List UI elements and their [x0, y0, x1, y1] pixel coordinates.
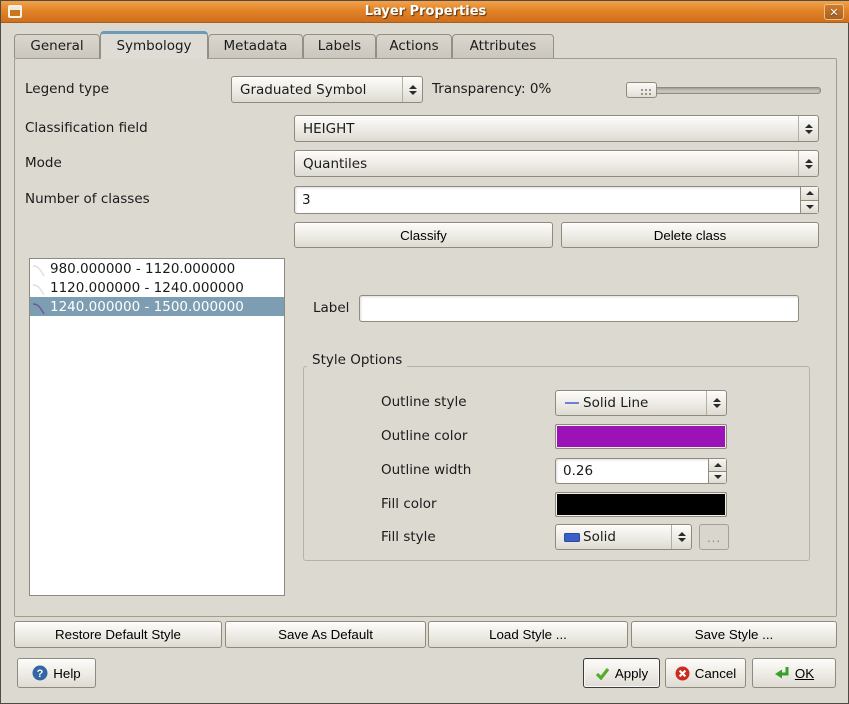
outline-width-value: 0.26 — [556, 459, 708, 483]
chevron-updown-icon — [798, 116, 818, 141]
classify-button[interactable]: Classify — [294, 222, 553, 248]
chevron-updown-icon — [798, 151, 818, 176]
check-icon — [595, 667, 610, 680]
class-row-3-selected[interactable]: 1240.000000 - 1500.000000 — [30, 297, 284, 316]
fill-style-more-button[interactable]: ... — [699, 524, 729, 550]
number-of-classes-label: Number of classes — [25, 186, 150, 213]
apply-label: Apply — [615, 666, 648, 681]
label-input[interactable] — [359, 295, 799, 322]
transparency-label: Transparency: 0% — [432, 76, 551, 103]
help-button[interactable]: ? Help — [17, 658, 96, 688]
class-range-label: 1240.000000 - 1500.000000 — [50, 299, 244, 315]
delete-class-button[interactable]: Delete class — [561, 222, 819, 248]
spin-up-button[interactable] — [708, 459, 726, 471]
line-symbol-icon — [32, 280, 47, 296]
spin-down-button[interactable] — [800, 200, 818, 214]
label-field-label: Label — [313, 295, 349, 322]
cancel-label: Cancel — [695, 666, 737, 681]
solid-fill-icon — [564, 533, 580, 542]
class-row-1[interactable]: 980.000000 - 1120.000000 — [30, 259, 284, 278]
fill-color-swatch[interactable] — [555, 492, 727, 517]
grip-dots-icon — [641, 89, 643, 91]
ok-button[interactable]: OK — [752, 658, 836, 688]
classification-field-label: Classification field — [25, 115, 148, 142]
classification-field-select[interactable]: HEIGHT — [294, 115, 819, 142]
legend-type-value: Graduated Symbol — [240, 82, 398, 98]
chevron-updown-icon — [671, 525, 691, 549]
transparency-slider-handle[interactable] — [626, 82, 657, 98]
spin-up-button[interactable] — [800, 187, 818, 200]
cancel-icon — [675, 666, 690, 681]
close-icon: ✕ — [829, 6, 838, 19]
outline-style-select[interactable]: Solid Line — [555, 390, 727, 416]
fill-style-label: Fill style — [381, 524, 436, 550]
classification-field-value: HEIGHT — [303, 121, 794, 137]
window-title: Layer Properties — [1, 1, 849, 23]
apply-button[interactable]: Apply — [583, 658, 660, 688]
outline-color-swatch[interactable] — [555, 424, 727, 449]
outline-width-spinner[interactable]: 0.26 — [555, 458, 727, 484]
svg-text:?: ? — [37, 668, 44, 680]
legend-type-label: Legend type — [25, 76, 109, 103]
tab-symbology[interactable]: Symbology — [100, 31, 208, 59]
fill-style-select[interactable]: Solid — [555, 524, 692, 550]
close-button[interactable]: ✕ — [824, 4, 844, 20]
mode-value: Quantiles — [303, 156, 794, 172]
window-icon — [8, 5, 22, 18]
number-of-classes-value: 3 — [295, 187, 800, 213]
help-icon: ? — [32, 665, 48, 681]
spin-down-button[interactable] — [708, 471, 726, 484]
help-label: Help — [53, 666, 80, 681]
style-options-title: Style Options — [307, 353, 407, 367]
number-of-classes-spinner[interactable]: 3 — [294, 186, 819, 214]
restore-default-style-button[interactable]: Restore Default Style — [14, 621, 222, 648]
class-row-2[interactable]: 1120.000000 - 1240.000000 — [30, 278, 284, 297]
line-symbol-icon — [32, 261, 47, 277]
outline-width-label: Outline width — [381, 458, 471, 483]
class-range-label: 980.000000 - 1120.000000 — [50, 261, 235, 277]
titlebar[interactable]: Layer Properties ✕ — [1, 1, 849, 23]
outline-color-label: Outline color — [381, 424, 467, 449]
solid-line-icon — [564, 401, 580, 405]
class-range-label: 1120.000000 - 1240.000000 — [50, 280, 244, 296]
cancel-button[interactable]: Cancel — [665, 658, 746, 688]
legend-type-select[interactable]: Graduated Symbol — [231, 76, 423, 103]
load-style-button[interactable]: Load Style ... — [428, 621, 628, 648]
class-list[interactable]: 980.000000 - 1120.000000 1120.000000 - 1… — [29, 258, 285, 596]
tab-attributes[interactable]: Attributes — [452, 34, 554, 58]
fill-style-value: Solid — [583, 529, 667, 545]
tab-actions[interactable]: Actions — [376, 34, 452, 58]
line-symbol-icon — [32, 299, 47, 315]
tab-labels[interactable]: Labels — [303, 34, 376, 58]
chevron-updown-icon — [706, 391, 726, 415]
fill-color-label: Fill color — [381, 492, 437, 517]
mode-label: Mode — [25, 150, 62, 177]
tab-metadata[interactable]: Metadata — [208, 34, 303, 58]
outline-style-label: Outline style — [381, 390, 467, 415]
ok-label: OK — [795, 666, 814, 681]
save-style-button[interactable]: Save Style ... — [631, 621, 837, 648]
enter-arrow-icon — [774, 666, 790, 680]
mode-select[interactable]: Quantiles — [294, 150, 819, 177]
save-as-default-button[interactable]: Save As Default — [225, 621, 426, 648]
tab-general[interactable]: General — [14, 34, 100, 58]
chevron-updown-icon — [402, 77, 422, 102]
outline-style-value: Solid Line — [583, 395, 702, 411]
